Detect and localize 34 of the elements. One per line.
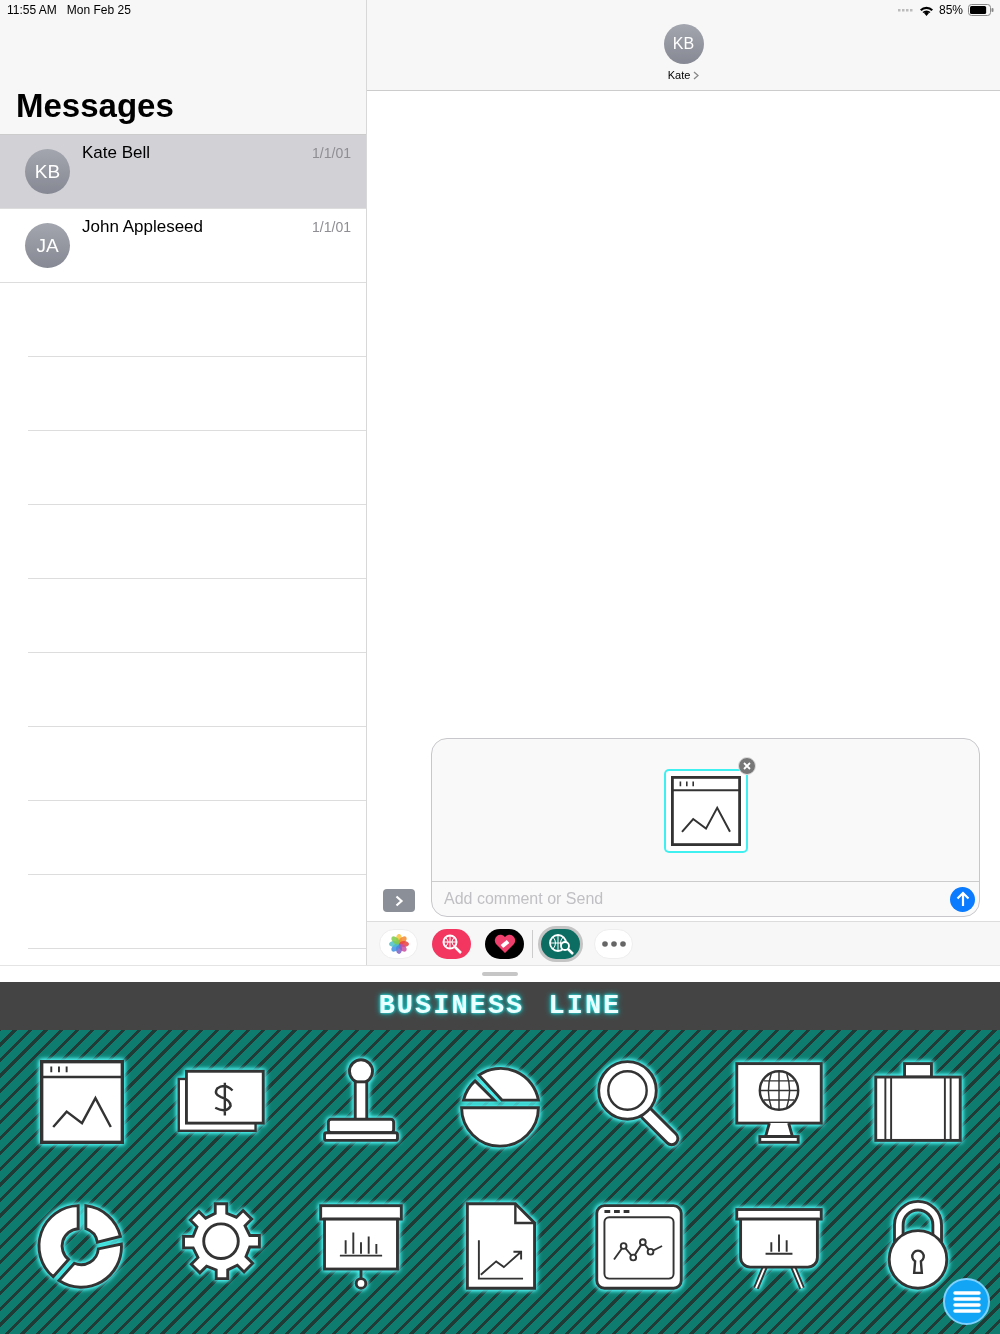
battery-icon [968, 4, 994, 16]
chevron-icon [693, 70, 700, 80]
arrow-up-icon [955, 891, 970, 907]
app-button[interactable] [541, 928, 580, 959]
conversation-row[interactable]: JA John Appleseed 1/1/01 [0, 209, 366, 283]
status-time: 11:55 AM [7, 3, 57, 17]
wifi-icon [918, 4, 934, 16]
send-button[interactable] [950, 886, 975, 912]
expand-button[interactable] [383, 889, 415, 912]
flower-icon [388, 933, 409, 954]
message-date: 1/1/01 [312, 219, 351, 235]
heart-icon [493, 933, 516, 954]
status-date: Mon Feb 25 [66, 3, 131, 17]
signal-icon [897, 8, 914, 12]
more-icon [601, 940, 626, 947]
message-date: 1/1/01 [312, 145, 351, 161]
remove-attachment-button[interactable] [737, 757, 756, 775]
close-icon [742, 762, 751, 770]
globe-magnifier-icon [440, 932, 463, 955]
line-chart-window-icon[interactable] [665, 771, 746, 851]
contact-name: Kate Bell [82, 143, 151, 163]
drawer-handle[interactable] [482, 972, 518, 976]
avatar: KB [25, 149, 70, 194]
sticker-pack-title: BUSINESS LINE [378, 991, 622, 1021]
comment-input[interactable]: Add comment or Send [444, 890, 950, 908]
app-button[interactable] [485, 928, 524, 959]
menu-icon [951, 1289, 982, 1314]
chevron-icon [394, 894, 404, 907]
contact-name: John Appleseed [82, 217, 203, 237]
conversation-row[interactable]: KB Kate Bell 1/1/01 [0, 135, 366, 209]
contact-name-link[interactable]: Kate [667, 69, 700, 81]
sidebar-title: Messages [16, 87, 174, 125]
battery-percentage: 85% [938, 3, 963, 17]
avatar: JA [25, 223, 70, 268]
